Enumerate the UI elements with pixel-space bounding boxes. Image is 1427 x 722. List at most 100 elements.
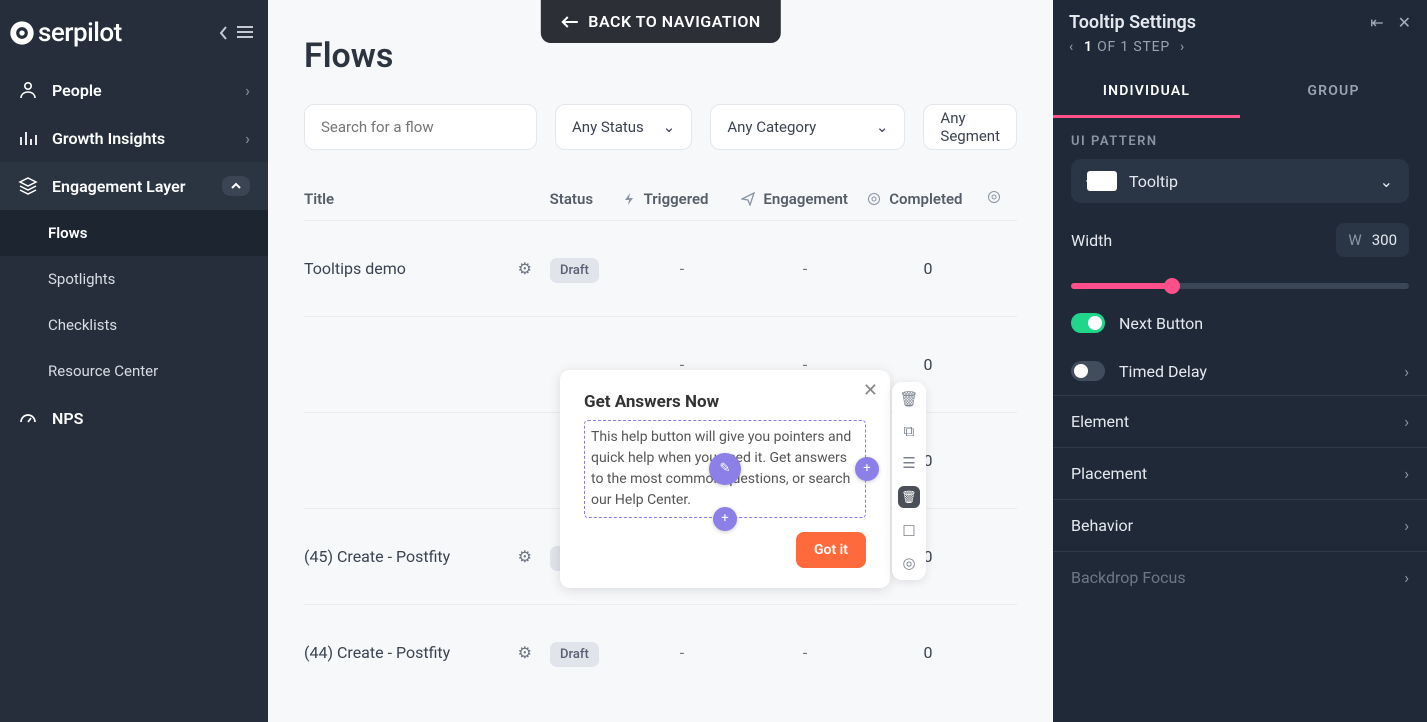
chevron-right-icon: › <box>245 81 250 100</box>
logo-icon <box>8 19 36 47</box>
back-label: BACK TO NAVIGATION <box>588 12 760 31</box>
chevron-left-icon[interactable]: ‹ <box>1069 39 1074 55</box>
gear-icon[interactable]: ⚙ <box>518 259 532 278</box>
category-select[interactable]: Any Category⌄ <box>710 104 905 150</box>
nav-nps[interactable]: NPS <box>0 394 268 442</box>
width-value: 300 <box>1372 231 1397 249</box>
th-completed[interactable]: Completed <box>867 190 987 208</box>
accordion-behavior[interactable]: Behavior› <box>1053 499 1427 551</box>
filters-row: Any Status⌄ Any Category⌄ Any Segment <box>304 104 1017 150</box>
dock-icon[interactable]: ⇤ <box>1370 13 1383 32</box>
people-icon <box>18 80 38 100</box>
tooltip-cta-button[interactable]: Got it <box>796 532 866 568</box>
slider-knob[interactable] <box>1164 278 1180 294</box>
table-row[interactable]: Tooltips demo⚙ Draft - - 0 <box>304 220 1017 316</box>
tooltip-body[interactable]: This help button will give you pointers … <box>584 420 866 518</box>
chevron-down-icon: ⌄ <box>876 118 889 136</box>
chevron-up-wrap <box>222 176 250 196</box>
delete-icon[interactable]: 🗑 <box>898 486 920 508</box>
status-select[interactable]: Any Status⌄ <box>555 104 692 150</box>
segment-value: Any Segment <box>940 109 1000 145</box>
send-icon <box>741 192 755 206</box>
nav-label: NPS <box>52 409 83 428</box>
collapse-controls[interactable] <box>218 25 254 41</box>
nav-label: Growth Insights <box>52 129 165 148</box>
tab-individual[interactable]: INDIVIDUAL <box>1053 67 1240 118</box>
next-button-toggle[interactable] <box>1071 313 1105 333</box>
cell-triggered: - <box>622 643 742 662</box>
status-value: Any Status <box>572 118 644 136</box>
panel-tabs: INDIVIDUAL GROUP <box>1053 67 1427 118</box>
main-content: BACK TO NAVIGATION Flows Any Status⌄ Any… <box>268 0 1053 722</box>
row-title: (45) Create - Postfity <box>304 547 450 566</box>
add-right-icon[interactable]: + <box>855 457 879 481</box>
logo: serpilot <box>8 18 122 48</box>
th-engagement[interactable]: Engagement <box>741 190 867 208</box>
close-icon[interactable]: ✕ <box>863 380 878 401</box>
copy-icon[interactable]: ⧉ <box>904 422 915 440</box>
chevron-up-icon <box>230 182 242 190</box>
panel-title: Tooltip Settings <box>1069 12 1196 33</box>
add-below-icon[interactable]: + <box>713 507 737 531</box>
tooltip-side-toolbar: 🗑 ⧉ ☰ 🗑 ☐ ◎ <box>892 382 926 580</box>
nav-sub-spotlights[interactable]: Spotlights <box>0 256 268 302</box>
tooltip-preview[interactable]: ✕ Get Answers Now This help button will … <box>560 370 890 588</box>
bolt-icon <box>622 192 636 206</box>
layers-icon <box>18 176 38 196</box>
nav-sub-checklists[interactable]: Checklists <box>0 302 268 348</box>
nav-sub-engagement: Flows Spotlights Checklists Resource Cen… <box>0 210 268 394</box>
settings-icon[interactable]: ☰ <box>902 454 915 472</box>
tab-group[interactable]: GROUP <box>1240 67 1427 118</box>
arrow-left-icon <box>560 15 578 29</box>
edit-icon[interactable]: ✎ <box>709 453 741 485</box>
chevron-right-icon: › <box>245 129 250 148</box>
chevron-right-icon: › <box>1404 516 1409 535</box>
nav-engagement-layer[interactable]: Engagement Layer <box>0 162 268 210</box>
width-unit: W <box>1348 231 1361 249</box>
accordion-element[interactable]: Element› <box>1053 395 1427 447</box>
nav-sub-resource-center[interactable]: Resource Center <box>0 348 268 394</box>
nav-sub-flows[interactable]: Flows <box>0 210 268 256</box>
chart-icon <box>18 128 38 148</box>
nav-growth-insights[interactable]: Growth Insights › <box>0 114 268 162</box>
segment-select[interactable]: Any Segment <box>923 104 1017 150</box>
chevron-right-icon[interactable]: › <box>1404 362 1409 381</box>
menu-icon <box>236 25 254 39</box>
gear-icon[interactable]: ⚙ <box>518 643 532 662</box>
th-status[interactable]: Status <box>550 190 622 208</box>
chevron-right-icon: › <box>1404 412 1409 431</box>
table-row[interactable]: (44) Create - Postfity⚙ Draft - - 0 <box>304 604 1017 700</box>
toggle-label: Timed Delay <box>1119 362 1207 381</box>
nav-people[interactable]: People › <box>0 66 268 114</box>
accordion-backdrop-focus[interactable]: Backdrop Focus› <box>1053 551 1427 603</box>
step-indicator: ‹ 1 OF 1 STEP › <box>1053 39 1427 55</box>
target-icon <box>867 192 881 206</box>
th-title[interactable]: Title <box>304 190 550 208</box>
gauge-icon <box>18 408 38 428</box>
ui-pattern-select[interactable]: Tooltip ⌄ <box>1071 159 1409 203</box>
accordion-placement[interactable]: Placement› <box>1053 447 1427 499</box>
bookmark-icon[interactable]: ☐ <box>902 522 915 540</box>
pattern-value: Tooltip <box>1129 172 1178 191</box>
width-slider[interactable] <box>1053 283 1427 289</box>
chevron-right-icon: › <box>1404 568 1409 587</box>
target-icon <box>987 190 1001 204</box>
chevron-right-icon[interactable]: › <box>1180 39 1185 55</box>
chevron-right-icon: › <box>1404 464 1409 483</box>
back-to-navigation[interactable]: BACK TO NAVIGATION <box>540 0 780 43</box>
search-input[interactable] <box>304 104 537 150</box>
th-triggered[interactable]: Triggered <box>622 190 742 208</box>
gear-icon[interactable]: ⚙ <box>518 547 532 566</box>
sidebar: serpilot People › Growth Insights › Enga… <box>0 0 268 722</box>
close-icon[interactable]: ✕ <box>1398 13 1411 32</box>
cell-engagement: - <box>742 643 868 662</box>
target-icon[interactable]: ◎ <box>902 554 915 572</box>
cell-engagement: - <box>742 259 868 278</box>
trash-icon[interactable]: 🗑 <box>899 390 918 408</box>
status-badge: Draft <box>550 642 599 667</box>
ui-pattern-label: UI PATTERN <box>1071 134 1409 149</box>
row-title: (44) Create - Postfity <box>304 643 450 662</box>
row-title: Tooltips demo <box>304 259 406 278</box>
timed-delay-toggle[interactable] <box>1071 361 1105 381</box>
width-input[interactable]: W 300 <box>1336 223 1409 257</box>
